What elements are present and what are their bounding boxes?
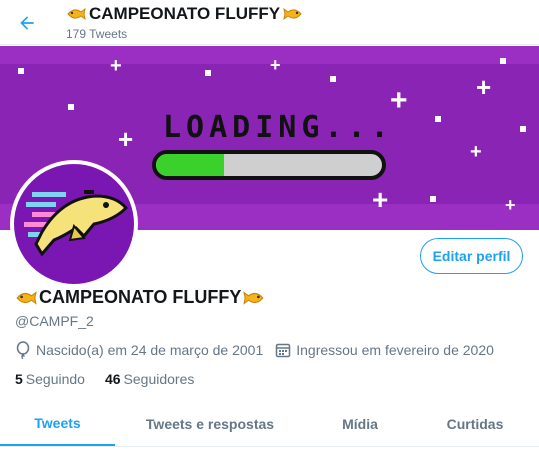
header-title: CAMPEONATO FLUFFY (66, 4, 303, 24)
avatar[interactable] (10, 160, 138, 288)
header-name: CAMPEONATO FLUFFY (89, 4, 281, 23)
fish-icon (16, 290, 37, 305)
following-label: Seguindo (25, 371, 85, 387)
profile-header: CAMPEONATO FLUFFY 179 Tweets (0, 0, 539, 45)
pixel-dot (520, 126, 526, 132)
following-link[interactable]: 5 Seguindo (15, 371, 85, 387)
sparkle-icon: + (476, 72, 492, 102)
tweet-count: 179 Tweets (66, 27, 128, 41)
pixel-dot (435, 116, 441, 122)
pixel-dot (500, 58, 506, 64)
profile-tabs: Tweets Tweets e respostas Mídia Curtidas (0, 402, 539, 447)
fish-avatar-icon (24, 190, 129, 257)
loading-bar-fill (156, 154, 224, 176)
sparkle-icon: + (470, 141, 482, 163)
pixel-dot (430, 196, 436, 202)
display-name: CAMPEONATO FLUFFY (39, 287, 242, 307)
following-count: 5 (15, 371, 23, 387)
tab-media[interactable]: Mídia (320, 402, 400, 446)
sparkle-icon: + (110, 55, 122, 77)
birth-date: Nascido(a) em 24 de março de 2001 (15, 341, 263, 359)
followers-link[interactable]: 46 Seguidores (105, 371, 194, 387)
arrow-left-icon (20, 16, 34, 30)
tab-likes[interactable]: Curtidas (430, 402, 520, 446)
follow-counts: 5 Seguindo 46 Seguidores (15, 371, 214, 387)
profile-meta: Nascido(a) em 24 de março de 2001 Ingres… (15, 341, 506, 359)
pixel-dot (205, 70, 211, 76)
pixel-dot (18, 68, 24, 74)
user-handle: @CAMPF_2 (15, 313, 94, 329)
pixel-dot (330, 76, 336, 82)
tab-tweets-replies[interactable]: Tweets e respostas (140, 402, 280, 446)
calendar-icon (275, 343, 291, 358)
join-date: Ingressou em fevereiro de 2020 (275, 342, 494, 358)
sparkle-icon: + (505, 195, 516, 215)
profile-name: CAMPEONATO FLUFFY (15, 287, 265, 308)
back-button[interactable] (12, 8, 42, 38)
fish-icon (67, 7, 86, 21)
pixel-dot (68, 104, 74, 110)
followers-label: Seguidores (123, 371, 195, 387)
fish-icon (283, 7, 302, 21)
edit-profile-button[interactable]: Editar perfil (420, 238, 523, 274)
sparkle-icon: + (270, 55, 281, 75)
tab-tweets[interactable]: Tweets (0, 402, 115, 446)
join-text: Ingressou em fevereiro de 2020 (296, 342, 494, 358)
fish-icon (243, 290, 264, 305)
loading-text: LOADING... (163, 110, 394, 145)
balloon-icon (16, 341, 30, 359)
followers-count: 46 (104, 371, 121, 387)
sparkle-icon: + (372, 184, 389, 215)
birth-text: Nascido(a) em 24 de março de 2001 (36, 342, 264, 358)
loading-bar (152, 150, 386, 180)
sparkle-icon: + (118, 124, 134, 154)
